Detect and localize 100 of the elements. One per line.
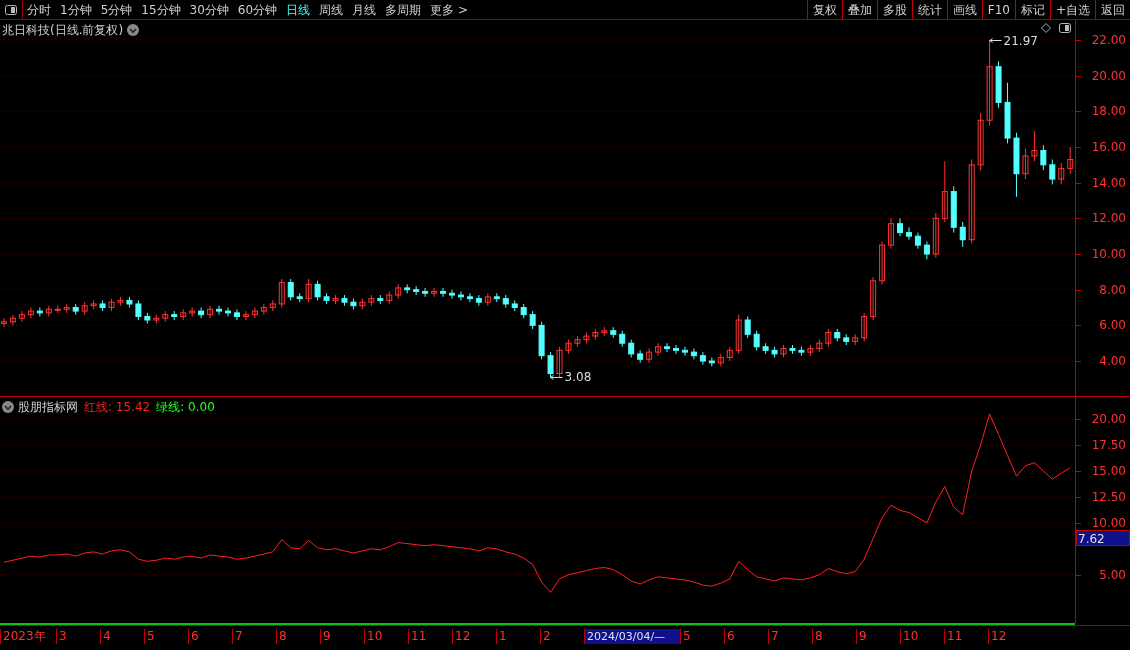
time-label: 8 <box>276 629 320 644</box>
candlestick <box>771 346 778 358</box>
candlestick <box>932 212 939 259</box>
candlestick <box>63 303 70 314</box>
candlestick <box>798 346 805 357</box>
toolbar-button[interactable]: 复权 <box>806 0 842 20</box>
candlestick <box>905 226 912 241</box>
candlestick <box>852 333 859 346</box>
candlestick <box>690 348 697 360</box>
candlestick <box>287 278 294 301</box>
diamond-icon[interactable] <box>1041 23 1051 33</box>
candlestick <box>269 299 276 312</box>
time-label: 4 <box>100 629 144 644</box>
period-tab[interactable]: 15分钟 <box>141 0 181 19</box>
candlestick <box>135 299 142 321</box>
candlestick <box>646 348 653 364</box>
candlestick <box>278 278 285 309</box>
candlestick <box>99 299 106 312</box>
candlestick <box>386 291 393 305</box>
candlestick <box>440 287 447 298</box>
axis-label: 4.00 <box>1099 354 1126 369</box>
period-tab[interactable]: 周线 <box>319 0 344 19</box>
candlestick <box>583 332 590 344</box>
candlestick <box>368 294 375 307</box>
candlestick <box>780 344 787 358</box>
candlestick <box>359 298 366 310</box>
chevron-icon[interactable] <box>127 24 140 36</box>
candlestick <box>950 185 957 234</box>
time-label: 11 <box>408 629 452 644</box>
candlestick <box>395 283 402 300</box>
candlestick <box>1 317 7 328</box>
candlestick <box>592 328 599 341</box>
candlestick <box>565 339 572 355</box>
candlestick <box>879 241 886 285</box>
time-label: 10 <box>364 629 408 644</box>
candlestick <box>870 276 877 321</box>
candlestick <box>529 310 536 330</box>
candlestick <box>36 307 43 317</box>
time-label: 2023年 <box>0 629 56 644</box>
toolbar-button[interactable]: +自选 <box>1049 0 1095 20</box>
time-label: 10 <box>900 629 944 644</box>
toolbar-button[interactable]: 画线 <box>946 0 982 20</box>
axis-label: 12.00 <box>1091 211 1126 226</box>
candlestick <box>144 312 151 325</box>
legend-value: 绿线: 0.00 <box>156 399 215 416</box>
axis-label: 17.50 <box>1091 438 1126 453</box>
period-tab[interactable]: 月线 <box>352 0 377 19</box>
candlestick <box>717 353 724 367</box>
candlestick <box>538 321 545 360</box>
candlestick <box>547 351 554 378</box>
time-label: 2024/03/04/— <box>584 629 680 644</box>
candlestick <box>995 60 1002 109</box>
period-tab[interactable]: 日线 <box>286 0 311 19</box>
candlestick <box>233 308 240 321</box>
toolbar-button[interactable]: 统计 <box>911 0 947 20</box>
period-tab[interactable]: 1分钟 <box>60 0 92 19</box>
chart-title: 兆日科技(日线.前复权) <box>2 22 124 39</box>
panel-toggle-icon[interactable] <box>5 4 17 15</box>
toolbar-button[interactable]: F10 <box>981 0 1015 20</box>
candlestick <box>1067 146 1074 175</box>
panel-toggle-icon[interactable] <box>1059 23 1071 33</box>
candlestick <box>923 241 930 260</box>
period-tab[interactable]: 60分钟 <box>237 0 278 19</box>
candlestick <box>520 303 527 319</box>
time-label: 6 <box>188 629 232 644</box>
candlestick <box>341 294 348 307</box>
candlestick <box>323 292 330 305</box>
candlestick <box>834 328 841 342</box>
time-label: 3 <box>56 629 100 644</box>
candlestick <box>126 296 133 309</box>
candlestick <box>413 285 420 296</box>
toolbar-button[interactable]: 标记 <box>1014 0 1050 20</box>
candlestick <box>45 305 52 317</box>
candlestick <box>1058 162 1065 185</box>
candlestick <box>825 328 832 348</box>
chevron-icon[interactable] <box>2 401 14 413</box>
candlestick <box>90 299 97 310</box>
candlestick <box>619 330 626 348</box>
time-label: 7 <box>768 629 812 644</box>
candlestick <box>610 326 617 339</box>
candlestick <box>699 351 706 366</box>
time-label: 9 <box>320 629 364 644</box>
toolbar-button[interactable]: 多股 <box>876 0 912 20</box>
period-tab[interactable]: 5分钟 <box>100 0 133 19</box>
period-tab[interactable]: 30分钟 <box>189 0 229 19</box>
candlestick <box>959 221 966 248</box>
candlestick <box>422 287 429 298</box>
candlestick <box>941 160 948 223</box>
period-tab[interactable]: 分时 <box>27 0 51 19</box>
axis-label: 5.00 <box>1099 567 1126 582</box>
toolbar-button[interactable]: 叠加 <box>841 0 877 20</box>
period-tab[interactable]: 更多 > <box>430 0 468 19</box>
candlestick <box>744 315 751 339</box>
period-tab[interactable]: 多周期 <box>385 0 422 19</box>
toolbar-button[interactable]: 返回 <box>1095 0 1130 20</box>
candlestick <box>117 296 124 307</box>
legend-value: 红线: 15.42 <box>84 399 151 416</box>
axis-label: 10.00 <box>1091 247 1126 261</box>
candlestick <box>628 339 635 358</box>
candlestick <box>81 301 88 316</box>
